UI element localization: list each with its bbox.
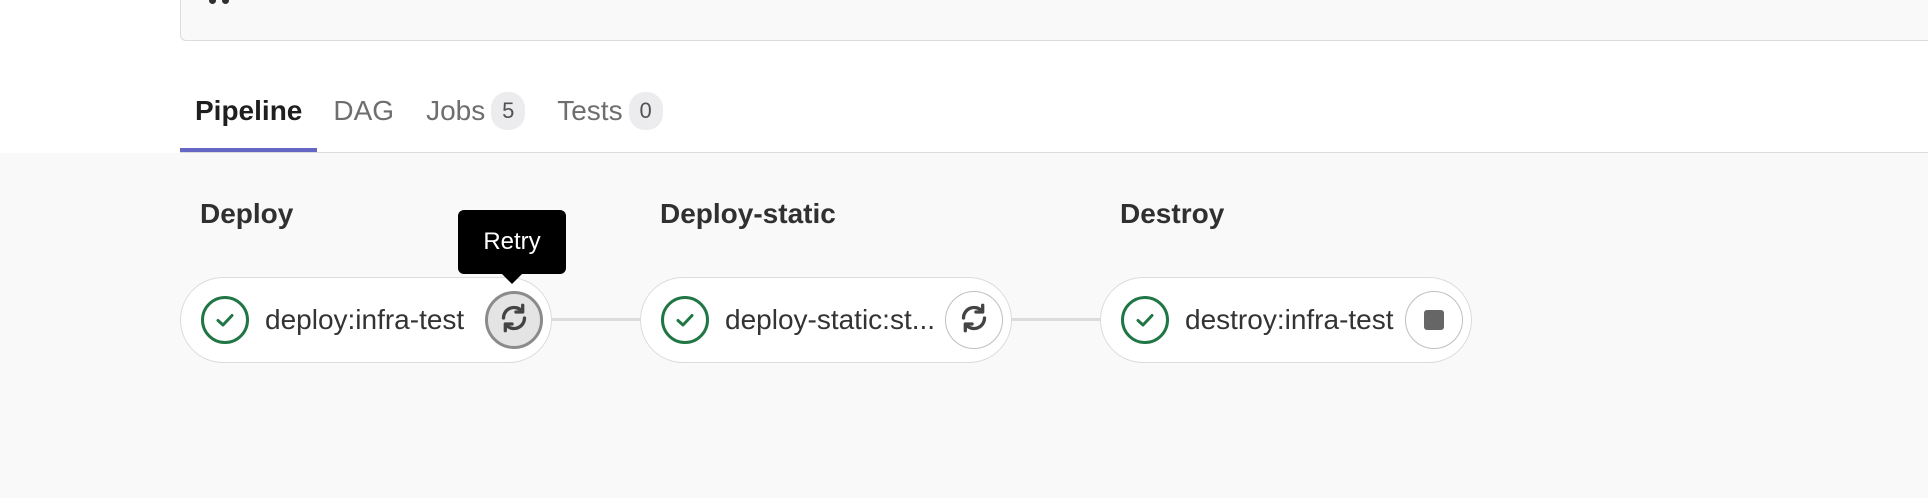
pipeline-icon xyxy=(209,0,229,4)
tab-pipeline[interactable]: Pipeline xyxy=(180,70,318,152)
tab-pipeline-label: Pipeline xyxy=(195,95,303,126)
pipeline-header-box xyxy=(180,0,1928,41)
retry-icon xyxy=(956,300,992,341)
retry-tooltip: Retry xyxy=(458,210,566,284)
job-deploy-static[interactable]: deploy-static:st... xyxy=(640,277,1012,363)
jobs-count-badge: 5 xyxy=(491,92,526,130)
stop-button[interactable] xyxy=(1405,291,1463,349)
stage-title-deploy: Deploy xyxy=(200,198,294,229)
job-name: deploy:infra-test xyxy=(265,304,465,335)
tests-count-badge: 0 xyxy=(628,92,663,130)
job-name: deploy-static:st... xyxy=(725,304,936,335)
tab-jobs-label: Jobs xyxy=(426,95,486,126)
success-status-icon xyxy=(661,296,709,344)
stage-title-destroy: Destroy xyxy=(1120,198,1225,229)
tab-tests[interactable]: Tests 0 xyxy=(557,70,663,152)
retry-button[interactable] xyxy=(945,291,1003,349)
stop-icon xyxy=(1424,310,1444,330)
tab-tests-label: Tests xyxy=(557,95,623,126)
retry-button[interactable] xyxy=(485,291,543,349)
tab-jobs[interactable]: Jobs 5 xyxy=(426,70,526,152)
job-destroy-infra-test[interactable]: destroy:infra-test xyxy=(1100,277,1472,363)
stage-title-deploy-static: Deploy-static xyxy=(660,198,836,229)
success-status-icon xyxy=(1121,296,1169,344)
pipeline-tabs: Pipeline DAG Jobs 5 Tests 0 xyxy=(180,70,695,152)
job-name: destroy:infra-test xyxy=(1185,304,1394,335)
job-deploy-infra-test[interactable]: deploy:infra-test xyxy=(180,277,552,363)
stage-connector xyxy=(1010,318,1102,321)
pipeline-graph: Deploy Deploy-static Destroy deploy:infr… xyxy=(0,153,1928,498)
retry-icon xyxy=(496,300,532,341)
success-status-icon xyxy=(201,296,249,344)
tab-dag[interactable]: DAG xyxy=(333,70,394,152)
tab-dag-label: DAG xyxy=(333,95,395,126)
stage-connector xyxy=(550,318,642,321)
